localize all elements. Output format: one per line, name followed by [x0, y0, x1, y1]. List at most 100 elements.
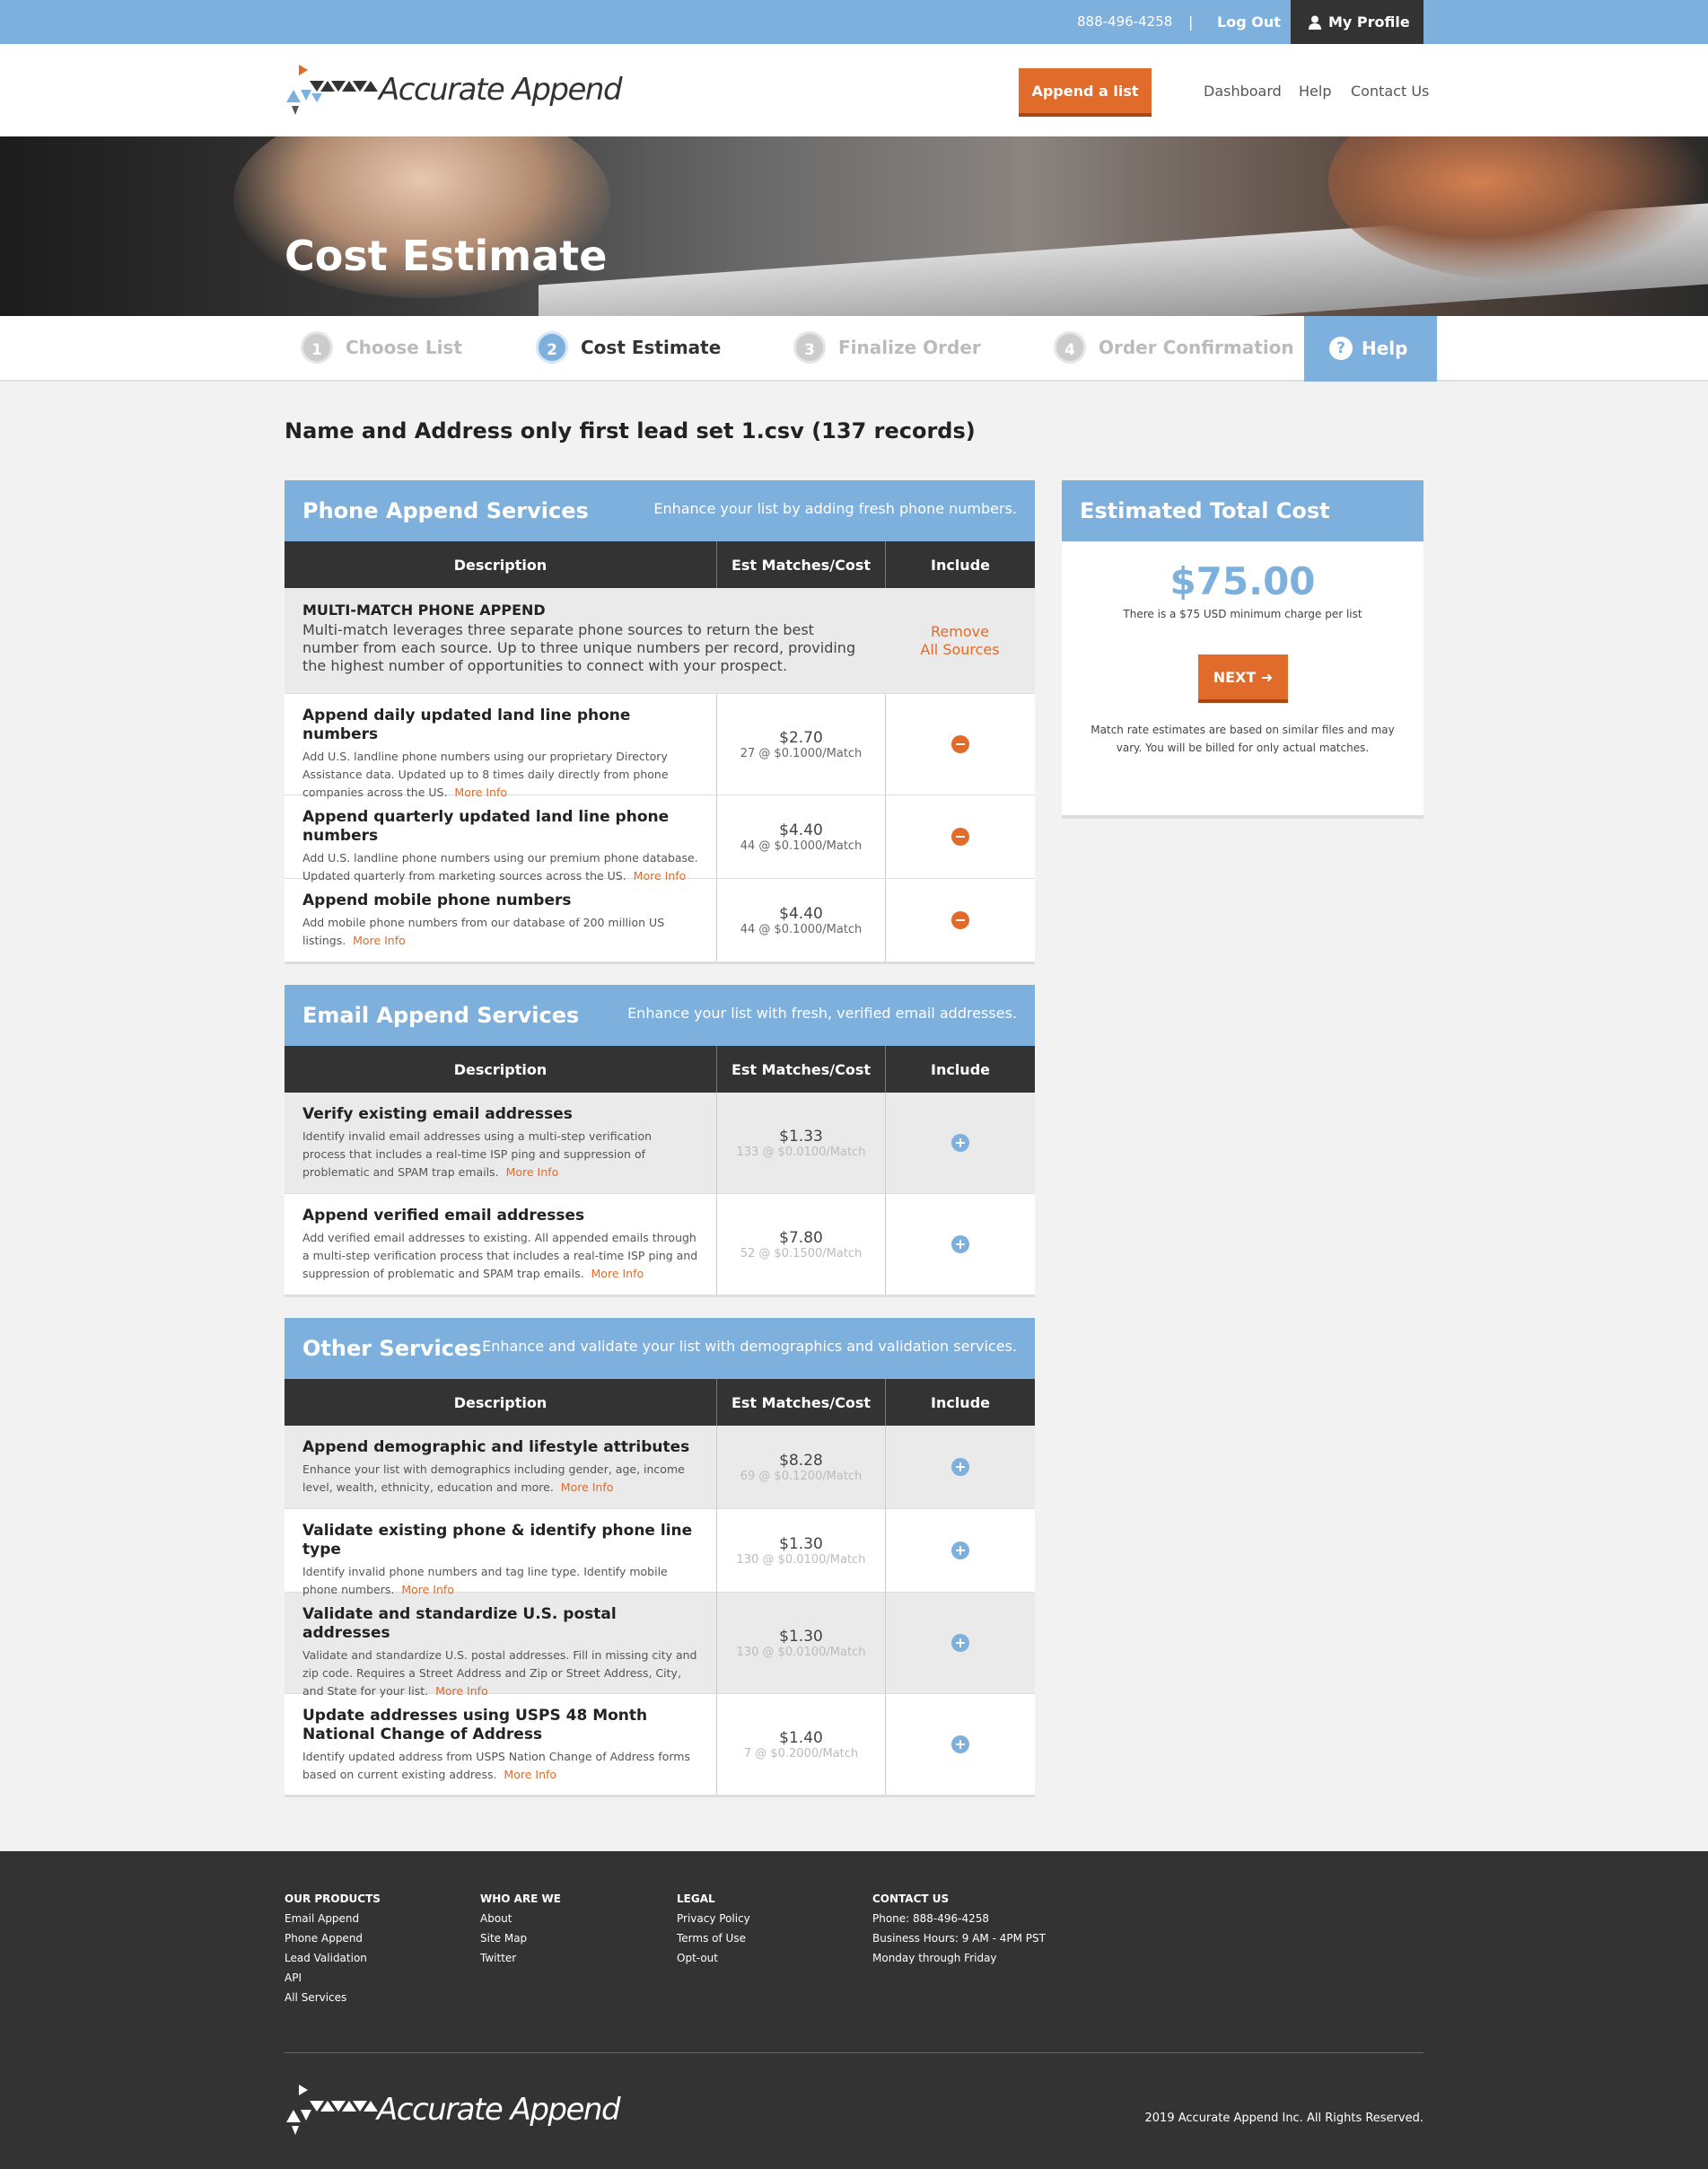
footer-link[interactable]: Site Map [480, 1928, 561, 1948]
remove-icon[interactable] [951, 828, 969, 846]
footer-heading: OUR PRODUCTS [285, 1892, 381, 1905]
footer-link[interactable]: All Services [285, 1988, 381, 2007]
row-title: Append daily updated land line phone num… [302, 707, 631, 743]
step-finalize-order[interactable]: 3 Finalize Order [793, 316, 981, 380]
email-append-panel: Email Append Services Enhance your list … [285, 985, 1035, 1295]
help-tab-label: Help [1362, 338, 1408, 359]
remove-icon[interactable] [951, 735, 969, 753]
row-title: Verify existing email addresses [302, 1105, 573, 1123]
row-price: $1.30 [779, 1534, 823, 1553]
nav-help[interactable]: Help [1299, 83, 1331, 100]
add-icon[interactable] [951, 1735, 969, 1753]
table-row: Append demographic and lifestyle attribu… [285, 1426, 1035, 1509]
all-sources-label: All Sources [920, 640, 1000, 658]
panel-title: Email Append Services [302, 1003, 580, 1028]
footer-divider [285, 2052, 1423, 2053]
add-icon[interactable] [951, 1541, 969, 1559]
panel-header: Other Services Enhance and validate your… [285, 1318, 1035, 1379]
step-label: Cost Estimate [581, 337, 722, 358]
row-price: $2.70 [779, 728, 823, 747]
hero-banner [0, 136, 1708, 316]
footer-phone: Phone: 888-496-4258 [872, 1912, 990, 1925]
step-label: Order Confirmation [1099, 337, 1294, 358]
row-title: MULTI-MATCH PHONE APPEND [302, 602, 546, 619]
footer-logo-icon[interactable] [285, 2083, 383, 2138]
col-include: Include [885, 541, 1035, 588]
row-description: Identify invalid email addresses using a… [302, 1129, 653, 1179]
minimum-charge-note: There is a $75 USD minimum charge per li… [1123, 608, 1362, 620]
row-unit-cost: 130 @ $0.0100/Match [736, 1645, 866, 1659]
row-title: Append mobile phone numbers [302, 891, 572, 909]
row-unit-cost: 7 @ $0.2000/Match [743, 1746, 859, 1761]
step-choose-list[interactable]: 1 Choose List [301, 316, 462, 380]
panel-header: Estimated Total Cost [1062, 480, 1423, 541]
step-order-confirmation[interactable]: 4 Order Confirmation [1054, 316, 1294, 380]
footer-link[interactable]: Terms of Use [677, 1928, 750, 1948]
add-icon[interactable] [951, 1235, 969, 1253]
panel-header: Email Append Services Enhance your list … [285, 985, 1035, 1046]
add-icon[interactable] [951, 1134, 969, 1152]
file-title: Name and Address only first lead set 1.c… [285, 418, 976, 443]
add-icon[interactable] [951, 1634, 969, 1652]
footer-link[interactable]: Phone Append [285, 1928, 381, 1948]
footer-link[interactable]: Opt-out [677, 1948, 750, 1968]
footer-link[interactable]: Email Append [285, 1909, 381, 1928]
row-title: Validate and standardize U.S. postal add… [302, 1605, 617, 1642]
logout-link[interactable]: Log Out [1217, 0, 1281, 44]
step-number: 1 [301, 330, 333, 364]
footer-link[interactable]: Twitter [480, 1948, 561, 1968]
step-cost-estimate[interactable]: 2 Cost Estimate [536, 316, 721, 380]
footer-legal: LEGAL Privacy Policy Terms of Use Opt-ou… [677, 1889, 750, 1968]
nav-dashboard[interactable]: Dashboard [1204, 83, 1282, 100]
nav-contact-us[interactable]: Contact Us [1351, 83, 1429, 100]
row-description: Identify invalid phone numbers and tag l… [302, 1565, 668, 1596]
table-header: Description Est Matches/Cost Include [285, 1379, 1035, 1426]
other-services-panel: Other Services Enhance and validate your… [285, 1318, 1035, 1795]
more-info-link[interactable]: More Info [506, 1165, 559, 1179]
user-icon [1309, 15, 1321, 30]
panel-title: Phone Append Services [302, 498, 589, 523]
row-unit-cost: 69 @ $0.1200/Match [740, 1469, 863, 1483]
table-row: Append quarterly updated land line phone… [285, 795, 1035, 883]
row-unit-cost: 44 @ $0.1000/Match [740, 839, 863, 853]
more-info-link[interactable]: More Info [591, 1267, 644, 1280]
footer-logo-text[interactable]: Accurate Append [377, 2092, 621, 2128]
step-label: Choose List [346, 337, 462, 358]
more-info-link[interactable]: More Info [561, 1480, 614, 1494]
add-icon[interactable] [951, 1458, 969, 1476]
site-footer: OUR PRODUCTS Email Append Phone Append L… [0, 1851, 1708, 2169]
my-profile-button[interactable]: My Profile [1291, 0, 1423, 44]
topbar-phone[interactable]: 888-496-4258 [1077, 0, 1172, 44]
step-number: 2 [536, 330, 568, 364]
row-unit-cost: 130 @ $0.0100/Match [736, 1552, 866, 1567]
row-title: Update addresses using USPS 48 Month Nat… [302, 1707, 648, 1743]
step-label: Finalize Order [838, 337, 981, 358]
site-header [0, 44, 1708, 136]
append-list-button[interactable]: Append a list [1019, 68, 1152, 117]
logo-icon[interactable] [285, 63, 383, 119]
col-include: Include [885, 1046, 1035, 1093]
next-button[interactable]: NEXT ➜ [1198, 654, 1288, 703]
remove-icon[interactable] [951, 911, 969, 929]
footer-link[interactable]: Privacy Policy [677, 1909, 750, 1928]
row-price: $4.40 [779, 904, 823, 923]
table-row: Update addresses using USPS 48 Month Nat… [285, 1694, 1035, 1795]
match-rate-note: Match rate estimates are based on simila… [1090, 724, 1395, 754]
question-icon: ? [1329, 336, 1353, 360]
row-price: $1.40 [779, 1728, 823, 1747]
more-info-link[interactable]: More Info [353, 934, 406, 947]
footer-link[interactable]: API [285, 1968, 381, 1988]
panel-subtitle: Enhance your list with fresh, verified e… [627, 1005, 1017, 1022]
logo-text[interactable]: Accurate Append [379, 72, 623, 108]
row-description: Validate and standardize U.S. postal add… [302, 1648, 697, 1698]
remove-all-sources-link[interactable]: Remove All Sources [885, 588, 1035, 693]
footer-who: WHO ARE WE About Site Map Twitter [480, 1889, 561, 1968]
table-row: Verify existing email addresses Identify … [285, 1093, 1035, 1194]
footer-link[interactable]: Lead Validation [285, 1948, 381, 1968]
help-tab[interactable]: ? Help [1304, 316, 1437, 382]
table-row: Append verified email addresses Add verif… [285, 1194, 1035, 1295]
more-info-link[interactable]: More Info [504, 1768, 556, 1781]
multi-match-cell: MULTI-MATCH PHONE APPEND Multi-match lev… [285, 588, 885, 693]
footer-link[interactable]: About [480, 1909, 561, 1928]
footer-days: Monday through Friday [872, 1952, 997, 1964]
